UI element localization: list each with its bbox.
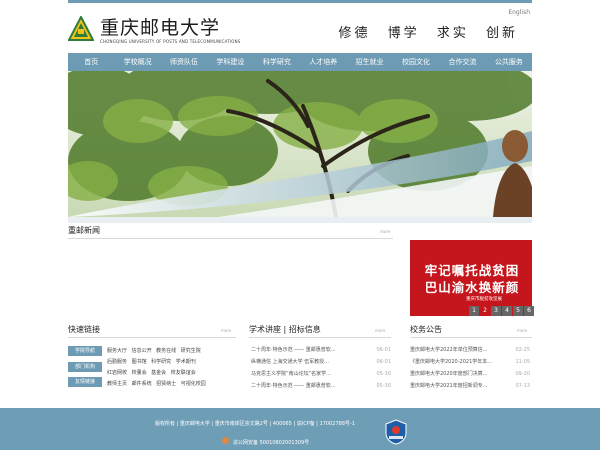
lectures-divider <box>249 337 391 338</box>
nav-research[interactable]: 科学研究 <box>254 53 300 71</box>
news-pager: 1 2 3 4 5 6 <box>468 306 534 316</box>
school-motto: 修德 博学 求实 创新 <box>329 22 518 41</box>
university-emblem-icon[interactable] <box>68 16 94 42</box>
notices-divider <box>410 337 532 338</box>
nav-public-services[interactable]: 公共服务 <box>486 53 532 71</box>
motto-word: 求实 <box>436 26 469 41</box>
nav-education[interactable]: 人才培养 <box>300 53 346 71</box>
banner-bottom-bar <box>68 217 532 223</box>
hero-banner[interactable] <box>68 71 532 217</box>
news-image-headline-2: 巴山渝水换新颜 <box>424 280 520 295</box>
site-footer: 版权所有 | 重庆邮电大学 | 重庆市南岸区崇文路2号 | 400065 | 渝… <box>0 408 600 450</box>
list-item[interactable]: 重庆邮电大学2022年单位预算信... 02-25 <box>410 344 530 356</box>
nav-faculty[interactable]: 师资队伍 <box>161 53 207 71</box>
quick-links-more-link[interactable]: more <box>221 328 231 333</box>
news-feature-image[interactable]: 牢记嘱托战贫困 巴山渝水换新颜 重庆市脱贫攻坚展 <box>410 240 532 316</box>
quick-links-divider <box>68 337 236 338</box>
quick-links-row[interactable]: 红岩网校 校董会 基金会 校友联谊会 <box>107 369 196 376</box>
news-section-title: 重邮新闻 <box>68 226 100 235</box>
quick-links-title: 快速链接 <box>68 325 100 334</box>
news-divider <box>68 238 393 239</box>
pager-page-3[interactable]: 3 <box>491 306 501 316</box>
list-item[interactable]: 马克思主义学院“南山论坛”名家学... 05-30 <box>251 368 391 380</box>
notices-more-link[interactable]: more <box>517 328 527 333</box>
quick-links-row[interactable]: 教师主页 邮件系统 招贤纳士 可视化校园 <box>107 380 206 387</box>
nav-disciplines[interactable]: 学科建设 <box>207 53 253 71</box>
motto-word: 创新 <box>485 26 518 41</box>
english-link[interactable]: English <box>508 9 530 16</box>
logo-chinese-name[interactable]: 重庆邮电大学 <box>100 13 220 40</box>
footer-public-security[interactable]: 渝公网安备 50010802001309号 <box>233 439 309 446</box>
pager-page-2[interactable]: 2 <box>480 306 490 316</box>
nav-cooperation[interactable]: 合作交流 <box>439 53 485 71</box>
logo-english-name: CHONGQING UNIVERSITY OF POSTS AND TELECO… <box>100 39 241 44</box>
badge-departments[interactable]: 部门机构 <box>68 362 102 372</box>
pager-page-6[interactable]: 6 <box>524 306 534 316</box>
quick-links-row[interactable]: 后勤服务 图书馆 科学研究 学术期刊 <box>107 358 196 365</box>
nav-home[interactable]: 首页 <box>68 53 114 71</box>
lectures-title: 学术讲座 | 招标信息 <box>249 325 321 334</box>
notices-title: 校务公告 <box>410 325 442 334</box>
nav-admissions[interactable]: 招生就业 <box>346 53 392 71</box>
list-item[interactable]: 纵横通信 上海交通大学 伍军教授... 06-01 <box>251 356 391 368</box>
quick-links-row[interactable]: 服务大厅 信息公开 教务在线 研究生院 <box>107 347 201 354</box>
notices-list: 重庆邮电大学2022年单位预算信... 02-25 《重庆邮电大学2020-202… <box>410 344 530 392</box>
news-more-link[interactable]: more <box>380 229 390 234</box>
motto-word: 博学 <box>387 26 420 41</box>
badge-friend-links[interactable]: 友情链接 <box>68 377 102 387</box>
pager-page-5[interactable]: 5 <box>513 306 523 316</box>
list-item[interactable]: 《重庆邮电大学2020-2021学年本... 11-05 <box>410 356 530 368</box>
pager-page-1[interactable]: 1 <box>469 306 479 316</box>
nav-campus-culture[interactable]: 校园文化 <box>393 53 439 71</box>
news-image-subtitle: 重庆市脱贫攻坚展 <box>466 297 502 302</box>
list-item[interactable]: 二十周年·特色示范 —— 重邮惠普软... 06-01 <box>251 344 391 356</box>
lectures-list: 二十周年·特色示范 —— 重邮惠普软... 06-01 纵横通信 上海交通大学 伍… <box>251 344 391 392</box>
list-item[interactable]: 重庆邮电大学2021年度招新调专... 07-13 <box>410 380 530 392</box>
main-nav: 首页 学校概况 师资队伍 学科建设 科学研究 人才培养 招生就业 校园文化 合作… <box>68 53 532 71</box>
badge-college-nav[interactable]: 学院导航 <box>68 346 102 356</box>
nav-about[interactable]: 学校概况 <box>114 53 160 71</box>
footer-copyright: 版权所有 | 重庆邮电大学 | 重庆市南岸区崇文路2号 | 400065 | 渝… <box>155 421 356 427</box>
banner-image <box>68 71 532 217</box>
lectures-more-link[interactable]: more <box>375 328 385 333</box>
list-item[interactable]: 二十周年·特色示范 —— 重邮惠普软... 05-30 <box>251 380 391 392</box>
police-badge-icon <box>222 437 229 444</box>
site-header: English 重庆邮电大学 CHONGQING UNIVERSITY OF P… <box>68 3 532 54</box>
list-item[interactable]: 重庆邮电大学2020年度部门决算... 09-20 <box>410 368 530 380</box>
government-site-badge-icon[interactable] <box>385 419 407 445</box>
pager-page-4[interactable]: 4 <box>502 306 512 316</box>
motto-word: 修德 <box>338 26 371 41</box>
